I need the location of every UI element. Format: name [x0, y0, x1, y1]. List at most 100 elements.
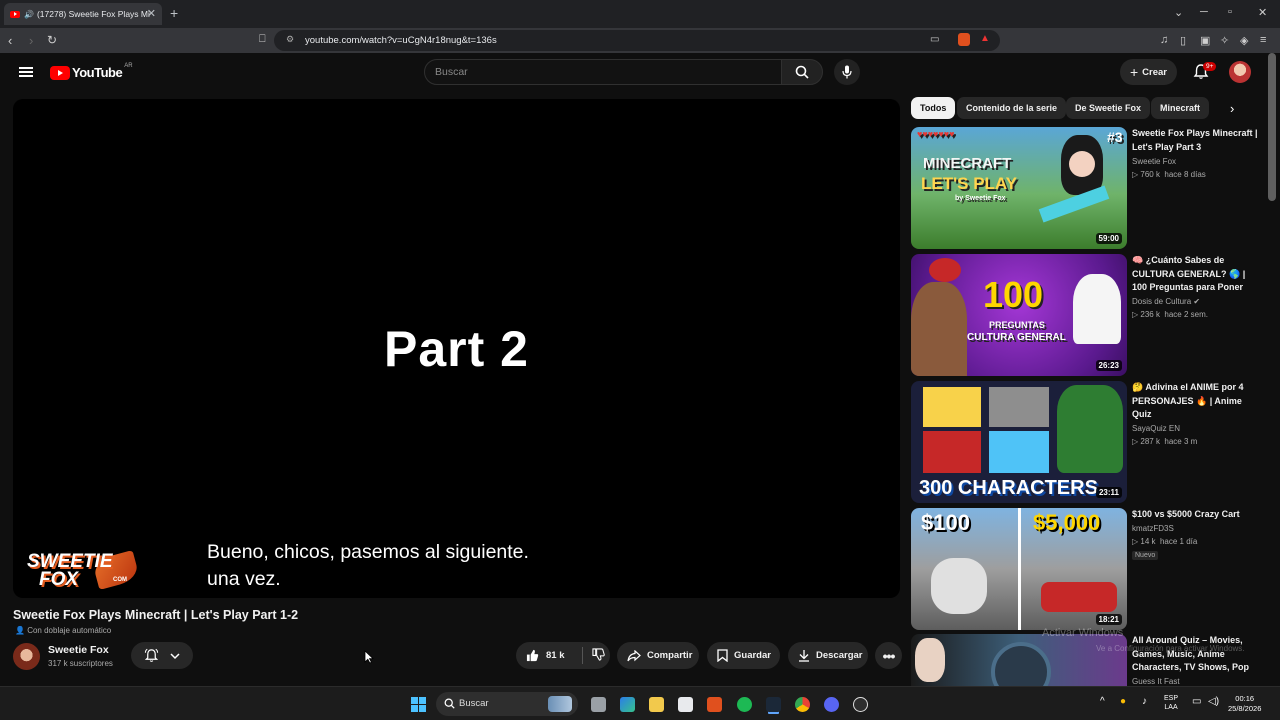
windows-start-icon[interactable]: [411, 697, 426, 712]
create-button[interactable]: + Crear: [1120, 59, 1177, 85]
discord-icon[interactable]: [824, 697, 839, 712]
chip-todos[interactable]: Todos: [911, 97, 956, 119]
video-duration: 18:21: [1095, 614, 1122, 625]
share-icon: [627, 649, 641, 661]
dub-icon: 👤: [15, 626, 25, 635]
clock-time: 00:16: [1235, 694, 1255, 703]
recommended-video[interactable]: 100 PREGUNTAS CULTURA GENERAL 26:23 🧠 ¿C…: [911, 254, 1261, 376]
file-explorer-icon[interactable]: [649, 697, 664, 712]
vpn-icon[interactable]: ◈: [1240, 34, 1248, 47]
video-thumbnail[interactable]: 300 CHARACTERS 23:11: [911, 381, 1127, 503]
search-button[interactable]: [781, 59, 823, 85]
wallet-icon[interactable]: ▣: [1200, 34, 1210, 47]
upload-age: hace 2 sem.: [1164, 310, 1208, 319]
boxer-figure: [911, 282, 967, 376]
maximize-button[interactable]: ▫: [1228, 6, 1232, 18]
volume-icon[interactable]: ◁): [1208, 696, 1219, 707]
new-tab-button[interactable]: +: [170, 5, 178, 21]
video-thumbnail[interactable]: $100 $5,000 18:21: [911, 508, 1127, 630]
voice-search-button[interactable]: [834, 59, 860, 85]
chips-next-arrow-icon[interactable]: ›: [1230, 101, 1234, 116]
tray-overflow-icon[interactable]: ^: [1100, 696, 1105, 707]
download-icon: [799, 650, 809, 662]
chevron-down-icon: [170, 652, 180, 659]
spotify-icon[interactable]: [737, 697, 752, 712]
recommended-title[interactable]: 🧠 ¿Cuánto Sabes de CULTURA GENERAL? 🌎 | …: [1132, 254, 1258, 294]
recommended-channel[interactable]: kmatzFD3S: [1132, 524, 1174, 533]
github-desktop-icon[interactable]: [853, 697, 868, 712]
recommended-channel[interactable]: SayaQuiz EN: [1132, 424, 1180, 433]
recommended-video[interactable]: 300 CHARACTERS 23:11 🤔 Adivina el ANIME …: [911, 381, 1261, 503]
sidebar-icon[interactable]: ▯: [1180, 34, 1186, 47]
chip-from-channel[interactable]: De Sweetie Fox: [1066, 97, 1151, 119]
brave-browser-icon[interactable]: [707, 697, 722, 712]
tray-app-icon[interactable]: ●: [1120, 696, 1126, 707]
channel-avatar[interactable]: [13, 643, 40, 670]
bookmark-icon[interactable]: ⎕: [259, 33, 266, 46]
network-icon[interactable]: ▭: [1192, 696, 1201, 707]
recommended-title[interactable]: $100 vs $5000 Crazy Cart: [1132, 508, 1258, 522]
recommended-video[interactable]: ♥♥♥♥♥♥♥ MINECRAFT LET'S PLAY by Sweetie …: [911, 127, 1261, 249]
share-button[interactable]: Compartir: [617, 642, 699, 669]
view-count: 287 k: [1140, 437, 1160, 446]
recommended-channel[interactable]: Dosis de Cultura ✔: [1132, 297, 1200, 306]
save-button[interactable]: Guardar: [707, 642, 780, 669]
video-thumbnail[interactable]: [911, 634, 1127, 686]
task-view-icon[interactable]: [591, 697, 606, 712]
recommended-channel[interactable]: Sweetie Fox: [1132, 157, 1176, 166]
youtube-page: YouTube AR Buscar + Crear 9+ Part 2 Buen…: [0, 53, 1280, 686]
brave-shield-icon[interactable]: [958, 33, 970, 46]
chip-minecraft[interactable]: Minecraft: [1151, 97, 1210, 119]
hamburger-menu-icon[interactable]: [19, 67, 33, 77]
edge-copilot-icon[interactable]: [620, 697, 635, 712]
menu-icon[interactable]: ≡: [1260, 34, 1266, 46]
youtube-logo[interactable]: YouTube AR: [50, 63, 133, 80]
like-button[interactable]: 81 k: [516, 649, 582, 662]
chrome-icon[interactable]: [795, 697, 810, 712]
steam-icon[interactable]: [766, 697, 781, 712]
recommended-video[interactable]: $100 $5,000 18:21 $100 vs $5000 Crazy Ca…: [911, 508, 1261, 630]
minimize-button[interactable]: ─: [1200, 6, 1208, 18]
subscribed-notification-button[interactable]: [131, 642, 193, 669]
search-input[interactable]: Buscar: [424, 59, 782, 85]
reload-icon[interactable]: ↻: [47, 33, 57, 47]
microsoft-store-icon[interactable]: [678, 697, 693, 712]
tab-search-icon[interactable]: ⌄: [1174, 6, 1183, 19]
dislike-button[interactable]: [583, 647, 605, 664]
taskbar-clock[interactable]: 00:16 25/8/2026: [1228, 694, 1261, 714]
language-indicator[interactable]: ESP LAA: [1164, 694, 1178, 712]
save-label: Guardar: [734, 650, 771, 661]
user-avatar[interactable]: [1229, 61, 1251, 83]
media-icon[interactable]: ♫: [1160, 34, 1168, 46]
forward-icon[interactable]: ›: [29, 33, 33, 48]
recommended-video[interactable]: All Around Quiz – Movies, Games, Music, …: [911, 634, 1261, 686]
close-window-button[interactable]: ✕: [1258, 6, 1267, 19]
extensions-icon[interactable]: ✧: [1220, 34, 1229, 47]
taskbar-search[interactable]: Buscar: [436, 692, 578, 716]
video-thumbnail[interactable]: 100 PREGUNTAS CULTURA GENERAL 26:23: [911, 254, 1127, 376]
recommended-title[interactable]: 🤔 Adivina el ANIME por 4 PERSONAJES 🔥 | …: [1132, 381, 1258, 421]
view-count: 236 k: [1140, 310, 1160, 319]
close-tab-icon[interactable]: ✕: [147, 7, 156, 20]
more-actions-button[interactable]: •••: [875, 642, 902, 669]
thumb-text: CULTURA GENERAL: [967, 332, 1066, 343]
video-thumbnail[interactable]: ♥♥♥♥♥♥♥ MINECRAFT LET'S PLAY by Sweetie …: [911, 127, 1127, 249]
brave-rewards-icon[interactable]: ▲: [980, 33, 990, 44]
address-bar[interactable]: ⚙ youtube.com/watch?v=uCgN4r18nug&t=136s…: [274, 30, 1000, 51]
recommended-channel[interactable]: Guess It Fast: [1132, 677, 1180, 686]
channel-name[interactable]: Sweetie Fox: [48, 644, 109, 656]
chip-series-content[interactable]: Contenido de la serie: [957, 97, 1067, 119]
recommended-title[interactable]: All Around Quiz – Movies, Games, Music, …: [1132, 634, 1258, 674]
thumbs-down-icon: [592, 647, 605, 661]
recommended-title[interactable]: Sweetie Fox Plays Minecraft | Let's Play…: [1132, 127, 1258, 154]
thumb-text: MINECRAFT: [923, 155, 1012, 172]
video-player[interactable]: Part 2 Bueno, chicos, pasemos al siguien…: [13, 99, 900, 598]
page-scrollbar[interactable]: [1268, 53, 1276, 201]
hearts-icon: ♥♥♥♥♥♥♥: [917, 129, 955, 139]
back-icon[interactable]: ‹: [8, 33, 12, 48]
site-info-icon[interactable]: ⚙: [286, 34, 294, 45]
microphone-tray-icon[interactable]: ♪: [1142, 696, 1147, 707]
browser-tab[interactable]: 🔊 (17278) Sweetie Fox Plays Mi ✕: [4, 3, 162, 25]
cast-icon[interactable]: ▭: [930, 34, 939, 45]
download-button[interactable]: Descargar: [788, 642, 868, 669]
